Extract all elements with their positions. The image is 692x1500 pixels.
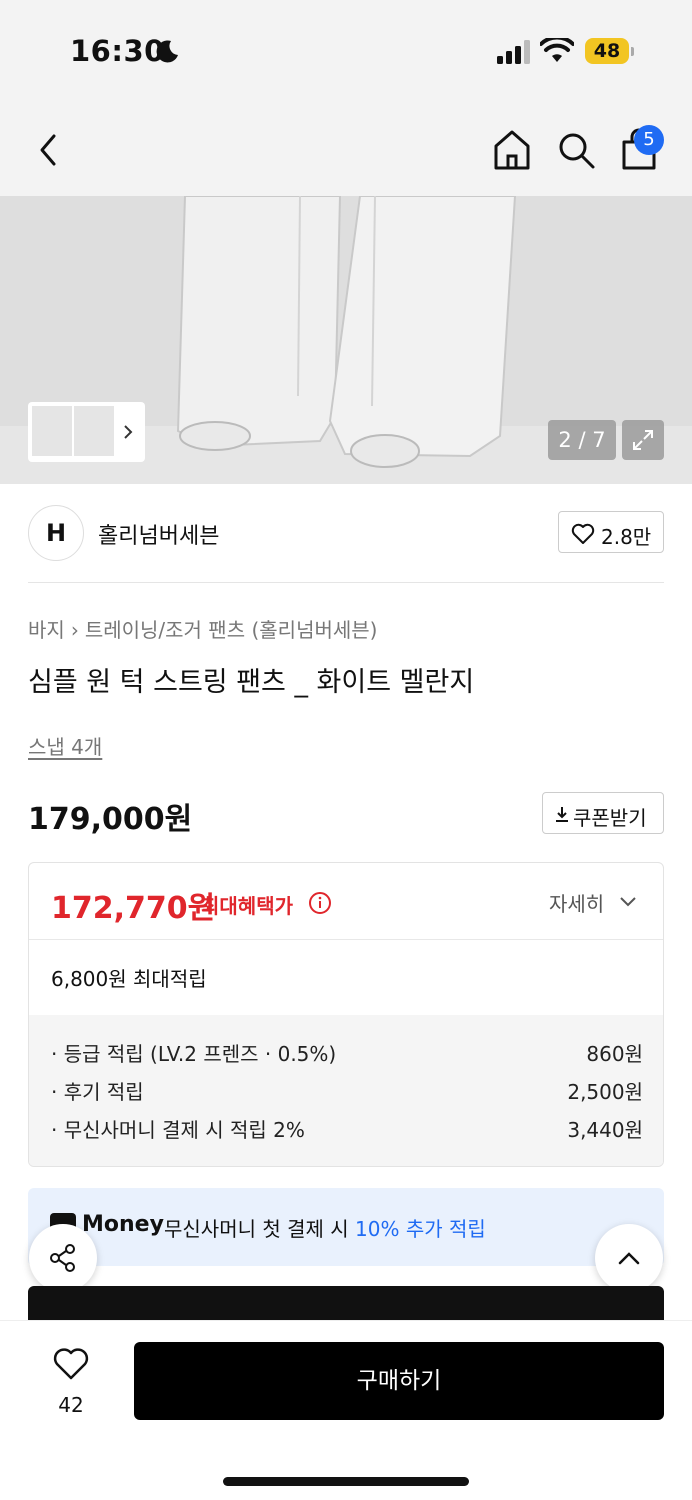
thumbnail-2[interactable] xyxy=(74,406,114,456)
share-button[interactable] xyxy=(29,1224,97,1292)
product-image-gallery[interactable]: 2 / 7 xyxy=(0,196,692,484)
battery-indicator: 48 xyxy=(585,38,629,64)
wifi-icon xyxy=(540,38,574,62)
breadcrumb-separator: › xyxy=(70,618,79,642)
status-bar: 16:30 48 xyxy=(0,0,692,100)
top-nav xyxy=(0,100,692,196)
max-benefit-label: 최대혜택가 xyxy=(201,894,293,918)
thumbnail-strip[interactable] xyxy=(28,402,145,462)
heart-icon xyxy=(571,523,595,544)
chevron-up-icon xyxy=(618,1252,640,1265)
money-promo-main: 무신사머니 첫 결제 시 xyxy=(164,1217,356,1241)
money-promo-text: 무신사머니 첫 결제 시 10% 추가 적립 xyxy=(164,1213,486,1242)
search-icon[interactable] xyxy=(556,130,596,170)
battery-tip xyxy=(631,47,634,56)
home-icon[interactable] xyxy=(492,128,532,172)
product-title: 심플 원 턱 스트링 팬츠 _ 화이트 멜란지 xyxy=(28,667,475,698)
points-row: · 후기 적립 2,500원 xyxy=(51,1076,643,1106)
money-promo-banner[interactable]: Money 무신사머니 첫 결제 시 10% 추가 적립 xyxy=(28,1188,664,1266)
max-benefit-price: 172,770원 xyxy=(51,891,216,926)
thumbnail-1[interactable] xyxy=(32,406,72,456)
product-like-button[interactable]: 42 xyxy=(50,1347,92,1427)
points-breakdown: · 등급 적립 (LV.2 프렌즈 · 0.5%) 860원 · 후기 적립 2… xyxy=(29,1015,663,1166)
image-counter: 2 / 7 xyxy=(548,420,616,460)
bottom-action-bar: 42 구매하기 xyxy=(0,1320,692,1500)
expand-button[interactable] xyxy=(622,420,664,460)
points-row-label: · 무신사머니 결제 시 적립 2% xyxy=(51,1118,305,1142)
moon-icon xyxy=(156,40,178,63)
back-arrow-icon[interactable] xyxy=(34,132,64,168)
points-row: · 무신사머니 결제 시 적립 2% 3,440원 xyxy=(51,1114,643,1144)
brand-like-button[interactable]: 2.8만 xyxy=(558,511,664,553)
download-icon xyxy=(556,807,568,822)
points-row: · 등급 적립 (LV.2 프렌즈 · 0.5%) 860원 xyxy=(51,1038,643,1068)
divider xyxy=(29,939,663,940)
brand-logo[interactable]: H xyxy=(28,505,84,561)
money-brand-label: Money xyxy=(82,1212,164,1237)
detail-toggle[interactable]: 자세히 xyxy=(549,888,604,917)
brand-logo-text: H xyxy=(45,519,67,547)
points-row-label: · 등급 적립 (LV.2 프렌즈 · 0.5%) xyxy=(51,1042,337,1066)
breadcrumb-category[interactable]: 바지 xyxy=(28,618,65,642)
divider xyxy=(28,582,664,583)
breadcrumb-subcategory[interactable]: 트레이닝/조거 팬츠 (홀리넘버세븐) xyxy=(85,618,378,642)
points-row-value: 2,500원 xyxy=(567,1080,643,1104)
battery-level: 48 xyxy=(593,40,621,62)
share-icon xyxy=(50,1244,75,1272)
brand-name[interactable]: 홀리넘버세븐 xyxy=(98,518,219,550)
benefit-box: 172,770원 최대혜택가 자세히 6,800원 최대적립 · 등급 적립 (… xyxy=(28,862,664,1167)
status-time: 16:30 xyxy=(70,34,165,68)
brand-like-count: 2.8만 xyxy=(601,525,652,549)
cellular-signal-icon xyxy=(497,40,530,64)
info-icon[interactable] xyxy=(308,891,332,915)
chevron-right-icon xyxy=(124,425,133,439)
chevron-down-icon[interactable] xyxy=(619,895,637,907)
product-price: 179,000원 xyxy=(28,802,193,837)
cart-count-badge: 5 xyxy=(634,125,664,155)
scroll-top-button[interactable] xyxy=(595,1224,663,1292)
product-like-count: 42 xyxy=(58,1393,84,1417)
breadcrumb: 바지 › 트레이닝/조거 팬츠 (홀리넘버세븐) xyxy=(28,614,377,643)
expand-icon xyxy=(633,430,653,450)
home-indicator xyxy=(223,1477,469,1486)
points-row-value: 3,440원 xyxy=(567,1118,643,1142)
heart-icon xyxy=(53,1348,89,1380)
coupon-label: 쿠폰받기 xyxy=(573,806,647,830)
points-row-value: 860원 xyxy=(586,1042,643,1066)
points-row-label: · 후기 적립 xyxy=(51,1080,144,1104)
buy-button[interactable]: 구매하기 xyxy=(134,1342,664,1420)
snap-link[interactable]: 스냅 4개 xyxy=(28,731,102,760)
coupon-button[interactable]: 쿠폰받기 xyxy=(542,792,664,834)
money-promo-highlight: 10% 추가 적립 xyxy=(355,1217,486,1241)
max-points-total: 6,800원 최대적립 xyxy=(51,967,207,991)
